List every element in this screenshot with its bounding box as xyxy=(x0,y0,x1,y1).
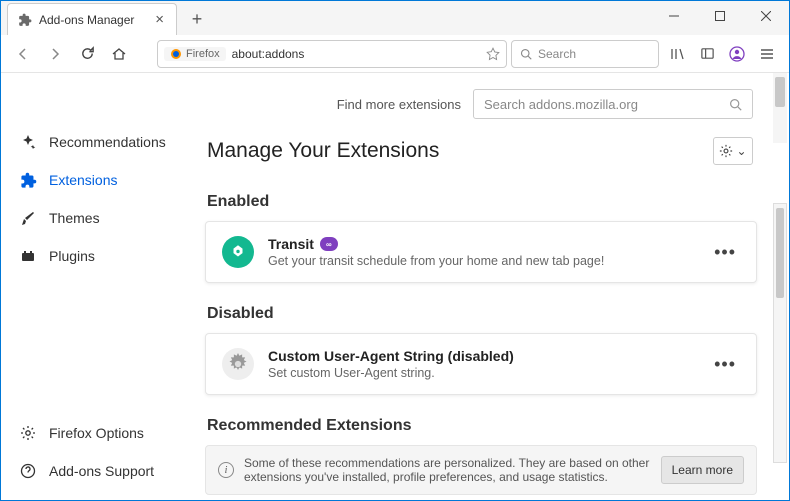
sidebar-button[interactable] xyxy=(693,40,721,68)
scrollbar[interactable] xyxy=(773,203,787,463)
browser-tab[interactable]: Add-ons Manager × xyxy=(7,3,177,35)
sidebar-item-label: Add-ons Support xyxy=(49,463,154,479)
account-button[interactable] xyxy=(723,40,751,68)
search-icon xyxy=(520,48,532,60)
tab-title: Add-ons Manager xyxy=(39,13,134,27)
titlebar: Add-ons Manager × + xyxy=(1,1,789,35)
info-icon: i xyxy=(218,462,234,478)
sidebar: Recommendations Extensions Themes Plugin… xyxy=(1,73,201,500)
sidebar-item-label: Extensions xyxy=(49,172,117,188)
more-options-button[interactable]: ••• xyxy=(710,354,740,375)
sidebar-item-label: Themes xyxy=(49,210,100,226)
bookmark-star-icon[interactable] xyxy=(486,47,500,61)
puzzle-icon xyxy=(19,171,37,189)
search-icon xyxy=(729,98,742,111)
info-text: Some of these recommendations are person… xyxy=(244,456,651,484)
extension-card-transit[interactable]: Transit ∞ Get your transit schedule from… xyxy=(205,221,757,283)
section-recommended: Recommended Extensions xyxy=(201,399,777,445)
search-addons-placeholder: Search addons.mozilla.org xyxy=(484,97,638,112)
brush-icon xyxy=(19,209,37,227)
info-bar: i Some of these recommendations are pers… xyxy=(205,445,757,495)
menu-button[interactable] xyxy=(753,40,781,68)
sidebar-item-plugins[interactable]: Plugins xyxy=(1,237,201,275)
gear-icon xyxy=(719,144,733,158)
gear-icon xyxy=(19,424,37,442)
help-icon xyxy=(19,462,37,480)
section-disabled: Disabled xyxy=(201,287,777,333)
tools-menu-button[interactable]: ⌄ xyxy=(713,137,753,165)
extension-name: Custom User-Agent String (disabled) xyxy=(268,348,514,364)
content-area: Recommendations Extensions Themes Plugin… xyxy=(1,73,789,500)
sidebar-firefox-options[interactable]: Firefox Options xyxy=(1,414,201,452)
url-text: about:addons xyxy=(232,47,305,61)
transit-icon xyxy=(222,236,254,268)
minimize-button[interactable] xyxy=(651,1,697,31)
sidebar-item-label: Recommendations xyxy=(49,134,166,150)
search-addons-input[interactable]: Search addons.mozilla.org xyxy=(473,89,753,119)
search-bar[interactable]: Search xyxy=(511,40,659,68)
find-more-row: Find more extensions Search addons.mozil… xyxy=(201,73,777,137)
home-button[interactable] xyxy=(105,40,133,68)
firefox-icon xyxy=(170,48,182,60)
maximize-button[interactable] xyxy=(697,1,743,31)
search-placeholder: Search xyxy=(538,47,576,61)
sparkle-icon xyxy=(19,133,37,151)
sidebar-item-label: Plugins xyxy=(49,248,95,264)
identity-box[interactable]: Firefox xyxy=(164,47,226,61)
chevron-down-icon: ⌄ xyxy=(736,144,746,158)
sidebar-item-label: Firefox Options xyxy=(49,425,144,441)
plugin-icon xyxy=(19,247,37,265)
identity-label: Firefox xyxy=(186,48,220,60)
new-tab-button[interactable]: + xyxy=(183,5,211,33)
recommended-badge-icon: ∞ xyxy=(320,237,338,251)
extension-card-custom-ua[interactable]: Custom User-Agent String (disabled) Set … xyxy=(205,333,757,395)
sidebar-item-extensions[interactable]: Extensions xyxy=(1,161,201,199)
main-panel: Find more extensions Search addons.mozil… xyxy=(201,73,789,500)
reload-button[interactable] xyxy=(73,40,101,68)
gear-icon xyxy=(222,348,254,380)
forward-button[interactable] xyxy=(41,40,69,68)
tab-close-icon[interactable]: × xyxy=(151,11,168,28)
puzzle-icon xyxy=(18,13,32,27)
library-button[interactable] xyxy=(663,40,691,68)
sidebar-item-themes[interactable]: Themes xyxy=(1,199,201,237)
close-window-button[interactable] xyxy=(743,1,789,31)
nav-toolbar: Firefox about:addons Search xyxy=(1,35,789,73)
url-bar[interactable]: Firefox about:addons xyxy=(157,40,507,68)
extension-description: Set custom User-Agent string. xyxy=(268,366,696,380)
back-button[interactable] xyxy=(9,40,37,68)
extension-description: Get your transit schedule from your home… xyxy=(268,254,696,268)
find-more-label: Find more extensions xyxy=(337,97,461,112)
window-controls xyxy=(651,1,789,31)
sidebar-item-recommendations[interactable]: Recommendations xyxy=(1,123,201,161)
learn-more-button[interactable]: Learn more xyxy=(661,456,744,484)
sidebar-addons-support[interactable]: Add-ons Support xyxy=(1,452,201,490)
more-options-button[interactable]: ••• xyxy=(710,242,740,263)
section-enabled: Enabled xyxy=(201,175,777,221)
page-title: Manage Your Extensions xyxy=(207,139,439,163)
extension-name: Transit xyxy=(268,236,314,252)
scrollbar[interactable] xyxy=(773,73,787,143)
